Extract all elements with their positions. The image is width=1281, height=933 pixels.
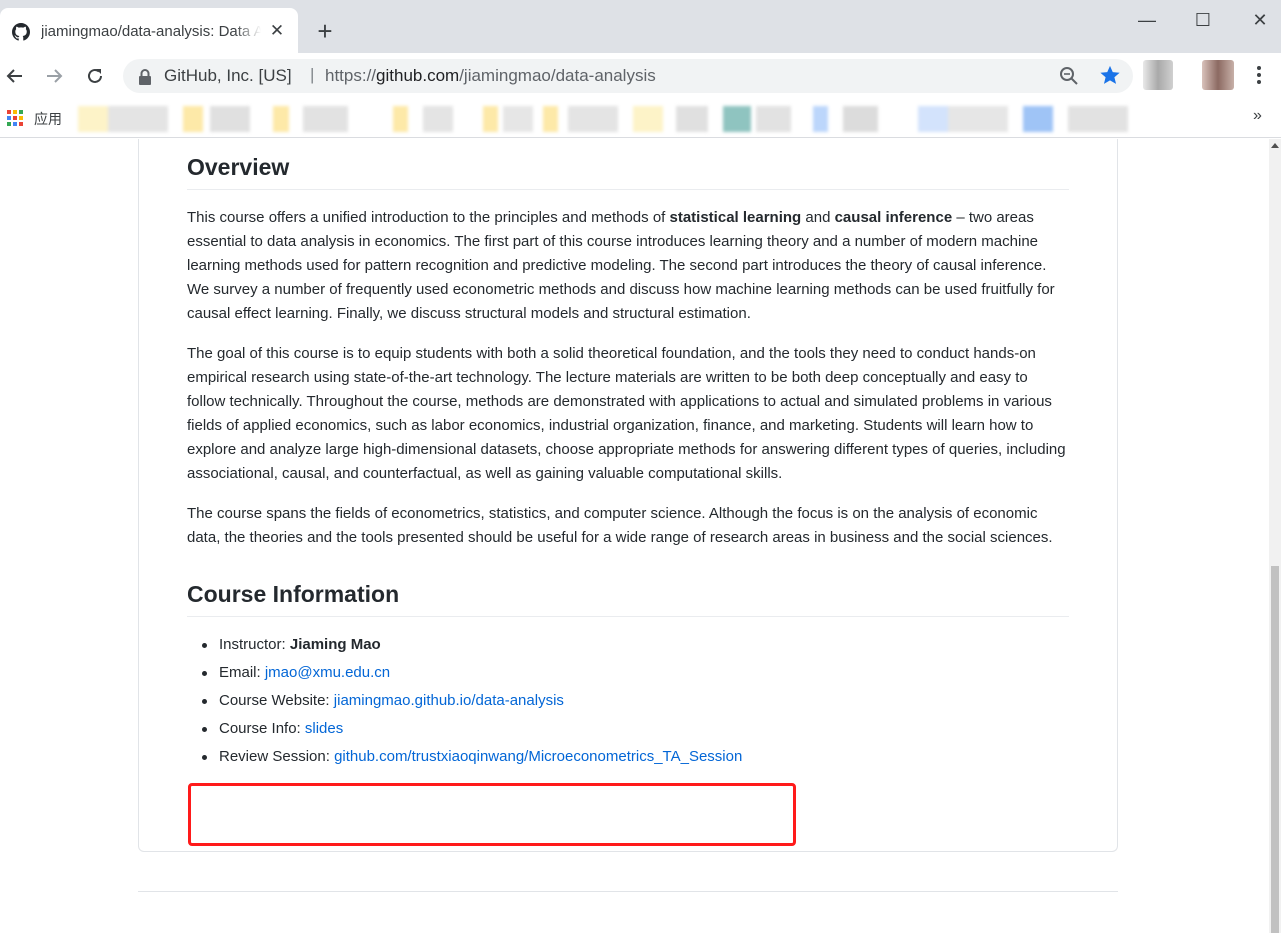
zoom-icon[interactable] [1059, 66, 1079, 86]
apps-grid-icon[interactable] [7, 110, 23, 126]
bookmarks-overflow-button[interactable]: » [1253, 107, 1262, 125]
p1-bold-causal-inference: causal inference [834, 209, 953, 226]
bookmarks-bar: 应用 » [0, 100, 1281, 138]
reload-icon [88, 68, 102, 83]
website-label: Course Website: [219, 692, 334, 709]
back-arrow-icon [6, 69, 22, 83]
course-info-label: Course Info: [219, 720, 305, 737]
back-button[interactable] [1, 62, 29, 90]
course-information-heading: Course Information [187, 579, 1069, 617]
instructor-name: Jiaming Mao [289, 636, 381, 653]
lock-icon [139, 69, 151, 85]
overview-paragraph-3: The course spans the fields of econometr… [187, 505, 1053, 546]
overview-paragraph-2: The goal of this course is to equip stud… [187, 345, 1066, 482]
url-scheme: https:// [325, 66, 377, 85]
list-item-website: Course Website: jiamingmao.github.io/dat… [187, 687, 1069, 715]
browser-tab[interactable]: jiamingmao/data-analysis: Data Analysis … [0, 8, 298, 53]
forward-button[interactable] [40, 62, 68, 90]
apps-label[interactable]: 应用 [34, 109, 62, 129]
list-item-instructor: Instructor: Jiaming Mao [187, 631, 1069, 659]
browser-toolbar: GitHub, Inc. [US] | https://github.com/j… [0, 53, 1281, 100]
site-separator: | [310, 65, 315, 84]
list-item-email: Email: jmao@xmu.edu.cn [187, 659, 1069, 687]
review-session-label: Review Session: [219, 748, 335, 765]
slides-link[interactable]: slides [305, 720, 343, 737]
kebab-menu-icon[interactable] [1254, 63, 1264, 87]
bookmarks-blurred[interactable] [78, 104, 1138, 136]
url-text[interactable]: https://github.com/jiamingmao/data-analy… [325, 66, 656, 86]
overview-heading: Overview [187, 152, 1069, 190]
profile-avatar[interactable] [1202, 60, 1234, 90]
forward-arrow-icon [47, 69, 63, 83]
list-item-review-session: Review Session: github.com/trustxiaoqinw… [187, 743, 1069, 771]
page-scrollbar[interactable] [1269, 139, 1281, 933]
new-tab-button[interactable]: + [312, 18, 338, 44]
review-session-link[interactable]: github.com/trustxiaoqinwang/Microeconome… [334, 748, 742, 765]
course-info-list: Instructor: Jiaming Mao Email: jmao@xmu.… [187, 631, 1069, 771]
email-label: Email: [219, 664, 265, 681]
extension-icon[interactable] [1143, 60, 1173, 90]
url-host: github.com [376, 66, 460, 85]
course-website-link[interactable]: jiamingmao.github.io/data-analysis [334, 692, 564, 709]
bookmark-star-icon[interactable] [1099, 64, 1121, 86]
email-link[interactable]: jmao@xmu.edu.cn [265, 664, 390, 681]
tab-title: jiamingmao/data-analysis: Data Analysis [41, 23, 261, 40]
list-item-course-info: Course Info: slides [187, 715, 1069, 743]
scroll-up-icon[interactable] [1271, 143, 1279, 148]
url-path: /jiamingmao/data-analysis [459, 66, 656, 85]
p1-text-1: This course offers a unified introductio… [187, 209, 670, 226]
maximize-button[interactable]: ☐ [1189, 6, 1217, 34]
tab-close-icon[interactable]: ✕ [268, 22, 286, 40]
github-icon [12, 23, 30, 41]
page-divider [138, 891, 1118, 892]
readme-content: Overview This course offers a unified in… [187, 139, 1069, 771]
scrollbar-thumb[interactable] [1271, 566, 1279, 933]
overview-paragraph-1: This course offers a unified introductio… [187, 206, 1069, 326]
page-viewport: Overview This course offers a unified in… [0, 139, 1269, 933]
reload-button[interactable] [81, 62, 109, 90]
p1-bold-statistical-learning: statistical learning [669, 209, 802, 226]
site-identity[interactable]: GitHub, Inc. [US] [164, 66, 292, 86]
minimize-button[interactable]: — [1133, 6, 1161, 34]
close-window-button[interactable]: ✕ [1246, 6, 1274, 34]
address-bar[interactable]: GitHub, Inc. [US] | https://github.com/j… [123, 59, 1133, 93]
instructor-label: Instructor: [219, 636, 290, 653]
tab-strip: jiamingmao/data-analysis: Data Analysis … [0, 0, 1281, 53]
p1-text-2: and [801, 209, 835, 226]
red-highlight-annotation [188, 783, 796, 846]
